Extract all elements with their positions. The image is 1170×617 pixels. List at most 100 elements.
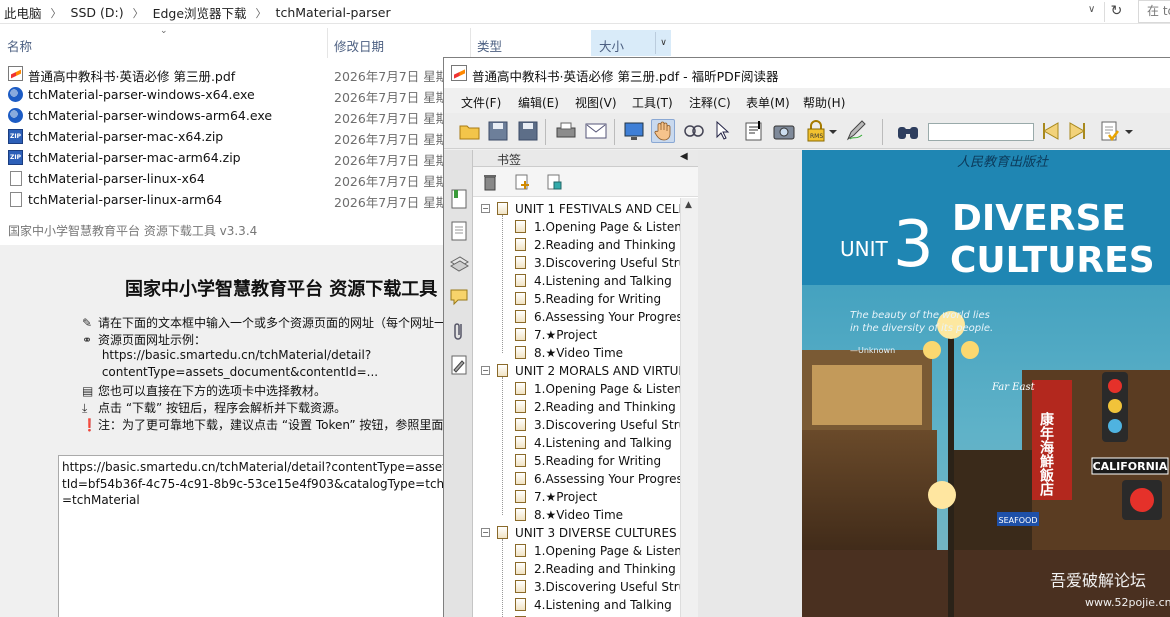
- bookmark-item[interactable]: 4.Listening and Talking: [473, 596, 680, 614]
- select-arrow-icon[interactable]: [710, 119, 734, 143]
- bookmark-item[interactable]: 1.Opening Page & Listening and Speaking: [473, 218, 680, 236]
- attachments-panel-icon[interactable]: [449, 320, 469, 342]
- bookmark-item[interactable]: 7.★Project: [473, 326, 680, 344]
- chevron-down-icon[interactable]: [828, 119, 838, 143]
- binoculars-icon[interactable]: [896, 119, 920, 143]
- column-type[interactable]: 类型: [477, 36, 502, 55]
- document-background: [698, 150, 802, 617]
- file-row[interactable]: tchMaterial-parser-windows-x64.exe 2026年…: [0, 84, 461, 105]
- bookmark-item[interactable]: 4.Listening and Talking: [473, 272, 680, 290]
- bookmark-label: 4.Listening and Talking: [534, 274, 672, 288]
- add-bookmark-icon[interactable]: [513, 172, 531, 192]
- bookmark-item[interactable]: 2.Reading and Thinking: [473, 398, 680, 416]
- bookmark-item[interactable]: 2.Reading and Thinking: [473, 236, 680, 254]
- foxit-titlebar[interactable]: 普通高中教科书·英语必修 第三册.pdf - 福昕PDF阅读器: [444, 58, 1170, 88]
- bookmark-item[interactable]: 3.Discovering Useful Structures: [473, 416, 680, 434]
- breadcrumb-item[interactable]: tchMaterial-parser: [276, 5, 391, 20]
- bookmark-label: 7.★Project: [534, 328, 598, 342]
- bookmarks-panel-icon[interactable]: [449, 188, 469, 210]
- file-row[interactable]: ZIP tchMaterial-parser-mac-x64.zip 2026年…: [0, 126, 461, 147]
- find-next-icon[interactable]: [1066, 119, 1090, 143]
- bookmark-item[interactable]: 3.Discovering Useful Structures: [473, 254, 680, 272]
- menu-comment[interactable]: 注释(C): [689, 94, 731, 111]
- collapse-toggle-icon[interactable]: −: [481, 528, 490, 537]
- signatures-panel-icon[interactable]: [449, 354, 469, 376]
- bookmark-item[interactable]: 5.Reading for Writing: [473, 452, 680, 470]
- find-input[interactable]: [928, 123, 1034, 141]
- column-name[interactable]: 名称: [7, 36, 32, 55]
- search-input[interactable]: 在 tc: [1138, 0, 1170, 23]
- bookmark-item[interactable]: 2.Reading and Thinking: [473, 560, 680, 578]
- bookmark-item[interactable]: 3.Discovering Useful Structures: [473, 578, 680, 596]
- collapse-panel-icon[interactable]: ◀: [680, 151, 688, 162]
- bookmark-properties-icon[interactable]: [545, 172, 563, 192]
- file-row[interactable]: ZIP tchMaterial-parser-mac-arm64.zip 202…: [0, 147, 461, 168]
- file-row[interactable]: tchMaterial-parser-linux-arm64 2026年7月7日…: [0, 189, 461, 210]
- delete-bookmark-icon[interactable]: [481, 172, 499, 192]
- bookmark-item[interactable]: 6.Assessing Your Progress: [473, 470, 680, 488]
- layers-panel-icon[interactable]: [449, 252, 469, 274]
- pages-panel-icon[interactable]: [449, 220, 469, 242]
- sign-pen-icon[interactable]: [844, 119, 868, 143]
- column-date[interactable]: 修改日期: [334, 36, 384, 55]
- menu-help[interactable]: 帮助(H): [803, 94, 845, 111]
- url-textarea[interactable]: https://basic.smartedu.cn/tchMaterial/de…: [58, 455, 458, 617]
- menu-form[interactable]: 表单(M): [746, 94, 790, 111]
- save-icon[interactable]: [486, 119, 510, 143]
- chevron-right-icon: 〉: [50, 6, 62, 20]
- breadcrumb-item[interactable]: SSD (D:): [71, 5, 124, 20]
- navigation-panel-strip: [444, 150, 473, 617]
- rms-lock-icon[interactable]: RMS: [804, 119, 828, 143]
- explorer-address-bar[interactable]: 此电脑〉 SSD (D:) 〉 Edge浏览器下载〉 tchMaterial-pa…: [0, 0, 1170, 24]
- file-row[interactable]: tchMaterial-parser-linux-x64 2026年7月7日 星…: [0, 168, 461, 189]
- scroll-up-icon[interactable]: ▲: [685, 200, 692, 210]
- file-row[interactable]: 普通高中教科书·英语必修 第三册.pdf 2026年7月7日 星期二: [0, 63, 461, 84]
- tree-guide-line: [502, 539, 503, 617]
- bookmark-unit[interactable]: − UNIT 1 FESTIVALS AND CELEBRATIONS: [473, 200, 680, 218]
- bookmark-item[interactable]: 6.Assessing Your Progress: [473, 308, 680, 326]
- open-icon[interactable]: [458, 119, 482, 143]
- bookmark-item[interactable]: 5.Reading for Writing: [473, 290, 680, 308]
- select-text-icon[interactable]: [742, 119, 766, 143]
- comments-panel-icon[interactable]: [449, 286, 469, 308]
- search-options-icon[interactable]: [1098, 119, 1122, 143]
- bookmark-item[interactable]: 8.★Video Time: [473, 506, 680, 524]
- zoom-select-icon[interactable]: [682, 119, 706, 143]
- bookmark-page-icon: [515, 220, 526, 233]
- refresh-icon[interactable]: ↻: [1104, 2, 1128, 22]
- chevron-down-icon[interactable]: [1124, 119, 1134, 143]
- note-icon: ▤: [82, 384, 94, 398]
- file-name: tchMaterial-parser-linux-arm64: [28, 192, 223, 207]
- bookmark-unit[interactable]: − UNIT 3 DIVERSE CULTURES: [473, 524, 680, 542]
- bookmark-label: 1.Opening Page & Listening and Speaking: [534, 220, 680, 234]
- save-as-icon[interactable]: [516, 119, 540, 143]
- collapse-toggle-icon[interactable]: −: [481, 204, 490, 213]
- find-previous-icon[interactable]: [1038, 119, 1062, 143]
- collapse-toggle-icon[interactable]: −: [481, 366, 490, 375]
- hand-tool-icon[interactable]: [651, 119, 675, 143]
- breadcrumb-item[interactable]: Edge浏览器下载: [153, 3, 247, 22]
- snapshot-icon[interactable]: [772, 119, 796, 143]
- breadcrumb-item[interactable]: 此电脑: [4, 3, 42, 22]
- bookmark-item[interactable]: 8.★Video Time: [473, 344, 680, 362]
- column-divider[interactable]: [327, 28, 328, 58]
- bookmark-item[interactable]: 1.Opening Page & Listening and Speaking: [473, 542, 680, 560]
- column-divider[interactable]: [470, 28, 471, 58]
- bookmark-item[interactable]: 1.Opening Page & Listening and Speaking: [473, 380, 680, 398]
- bookmark-unit[interactable]: − UNIT 2 MORALS AND VIRTUES: [473, 362, 680, 380]
- column-size[interactable]: 大小 ∨: [591, 30, 671, 56]
- chevron-down-icon[interactable]: ∨: [1088, 4, 1095, 15]
- menu-tools[interactable]: 工具(T): [632, 94, 673, 111]
- bookmark-scrollbar[interactable]: ▲: [680, 198, 698, 617]
- menu-edit[interactable]: 编辑(E): [518, 94, 559, 111]
- menu-file[interactable]: 文件(F): [461, 94, 501, 111]
- downloader-titlebar[interactable]: 国家中小学智慧教育平台 资源下载工具 v3.3.4: [0, 213, 445, 245]
- menu-view[interactable]: 视图(V): [575, 94, 617, 111]
- fullscreen-icon[interactable]: [622, 119, 646, 143]
- print-icon[interactable]: [554, 119, 578, 143]
- bookmark-item[interactable]: 4.Listening and Talking: [473, 434, 680, 452]
- chevron-down-icon[interactable]: ∨: [655, 32, 671, 54]
- email-icon[interactable]: [584, 119, 608, 143]
- bookmark-item[interactable]: 7.★Project: [473, 488, 680, 506]
- file-row[interactable]: tchMaterial-parser-windows-arm64.exe 202…: [0, 105, 461, 126]
